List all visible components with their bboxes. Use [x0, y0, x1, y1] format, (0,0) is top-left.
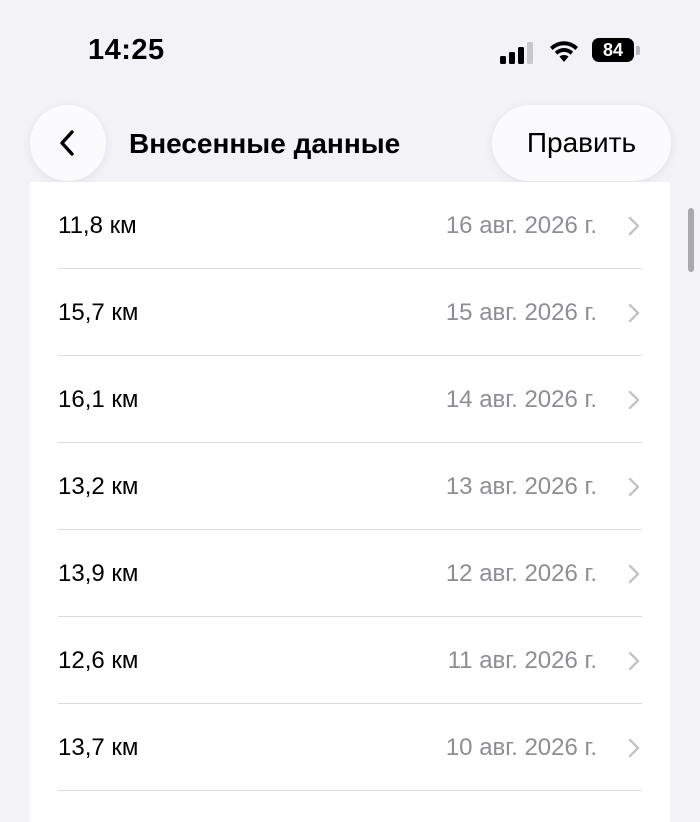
chevron-right-icon: [628, 477, 640, 497]
page-title: Внесенные данные: [129, 128, 401, 159]
chevron-right-icon: [628, 651, 640, 671]
entry-value: 13,9 км: [58, 560, 139, 587]
entry-value: 15,7 км: [58, 299, 139, 326]
entry-date: 15 авг. 2026 г.: [445, 299, 597, 326]
entry-value: 13,2 км: [58, 473, 139, 500]
list-item[interactable]: 15,7 км 15 авг. 2026 г.: [30, 269, 670, 356]
list-item[interactable]: 12,6 км 11 авг. 2026 г.: [30, 617, 670, 704]
entry-date: 16 авг. 2026 г.: [445, 212, 597, 239]
entries-list: 11,8 км 16 авг. 2026 г. 15,7 км 15 авг. 202…: [30, 182, 670, 822]
list-item[interactable]: 13,2 км 13 авг. 2026 г.: [30, 443, 670, 530]
chevron-right-icon: [628, 738, 640, 758]
entry-value: 11,8 км: [58, 212, 137, 239]
entry-value: 13,7 км: [58, 734, 139, 761]
entry-date: 11 авг. 2026 г.: [447, 647, 597, 674]
chevron-right-icon: [628, 390, 640, 410]
battery-icon: 84: [592, 38, 642, 64]
entry-value: 16,1 км: [58, 386, 139, 413]
battery-level: 84: [592, 38, 634, 62]
entry-date: 12 авг. 2026 г.: [445, 560, 597, 587]
scroll-indicator[interactable]: [688, 208, 694, 272]
list-item[interactable]: 16,1 км 14 авг. 2026 г.: [30, 356, 670, 443]
list-item[interactable]: 13,9 км 12 авг. 2026 г.: [30, 530, 670, 617]
row-divider: [58, 790, 642, 791]
signal-icon: [500, 42, 533, 64]
status-bar: 14:25 84: [0, 0, 700, 100]
chevron-left-icon: [60, 130, 74, 156]
wifi-icon: [550, 41, 578, 62]
chevron-right-icon: [628, 303, 640, 323]
battery-tip: [636, 46, 640, 55]
list-item[interactable]: 11,8 км 16 авг. 2026 г.: [30, 182, 670, 269]
list-item[interactable]: 13,7 км 10 авг. 2026 г.: [30, 704, 670, 791]
chevron-right-icon: [628, 216, 640, 236]
back-button[interactable]: [30, 105, 106, 181]
edit-button[interactable]: Править: [492, 105, 671, 181]
chevron-right-icon: [628, 564, 640, 584]
entry-date: 14 авг. 2026 г.: [445, 386, 597, 413]
entry-date: 10 авг. 2026 г.: [445, 734, 597, 761]
status-time: 14:25: [88, 34, 165, 66]
entry-value: 12,6 км: [58, 647, 139, 674]
entry-date: 13 авг. 2026 г.: [445, 473, 597, 500]
